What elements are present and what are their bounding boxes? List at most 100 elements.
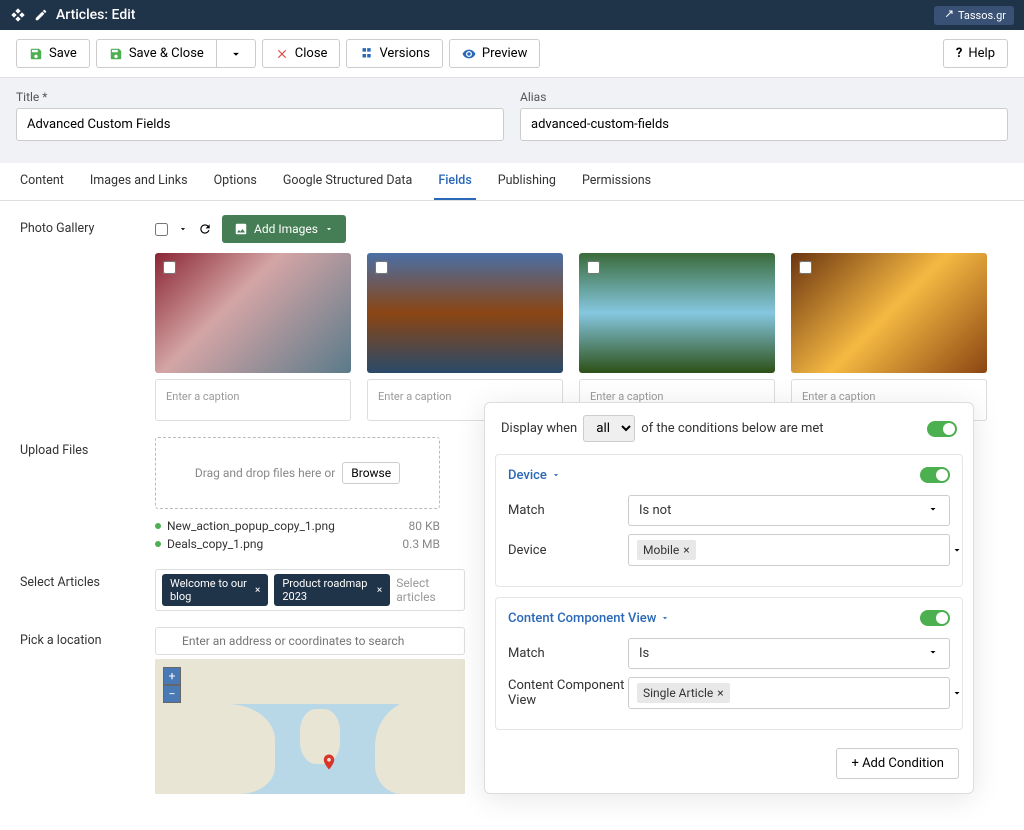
gallery-label: Photo Gallery — [20, 215, 155, 421]
gallery-image[interactable] — [579, 253, 775, 373]
chevron-down-icon[interactable] — [660, 613, 670, 623]
title-label: Title * — [16, 90, 504, 104]
status-dot-icon — [155, 541, 161, 547]
file-size: 80 KB — [409, 519, 440, 533]
condition-toggle[interactable] — [920, 467, 950, 483]
gallery-item: Enter a caption — [155, 253, 351, 421]
close-button[interactable]: Close — [262, 39, 341, 68]
image-checkbox[interactable] — [587, 261, 600, 274]
zoom-in-button[interactable]: + — [163, 667, 181, 685]
gallery-image[interactable] — [791, 253, 987, 373]
save-icon — [109, 47, 123, 61]
zoom-out-button[interactable]: − — [163, 685, 181, 703]
file-name: New_action_popup_copy_1.png — [167, 519, 335, 533]
content-view-chip: Single Article× — [637, 683, 730, 703]
versions-icon — [359, 47, 373, 61]
tab-fields[interactable]: Fields — [434, 163, 475, 200]
title-input[interactable] — [16, 108, 504, 141]
chip-remove-icon[interactable]: × — [683, 543, 689, 557]
save-dropdown-button[interactable] — [217, 39, 256, 68]
gallery-image[interactable] — [367, 253, 563, 373]
upload-label: Upload Files — [20, 437, 155, 553]
toolbar: Save Save & Close Close Versions Preview… — [0, 30, 1024, 78]
gallery-item: Enter a caption — [367, 253, 563, 421]
alias-input[interactable] — [520, 108, 1008, 141]
file-size: 0.3 MB — [402, 537, 440, 551]
chip-remove-icon[interactable]: × — [717, 686, 723, 700]
condition-title[interactable]: Device — [508, 468, 547, 483]
select-all-checkbox[interactable] — [155, 223, 168, 236]
topbar: Articles: Edit Tassos.gr — [0, 0, 1024, 30]
chevron-down-icon — [927, 503, 939, 515]
conditions-enabled-toggle[interactable] — [927, 421, 957, 437]
caption-input[interactable]: Enter a caption — [155, 379, 351, 421]
tab-publishing[interactable]: Publishing — [494, 163, 560, 200]
tag-remove-icon[interactable]: × — [377, 585, 382, 596]
articles-label: Select Articles — [20, 569, 155, 611]
add-condition-button[interactable]: + Add Condition — [836, 748, 959, 779]
chevron-down-icon — [951, 687, 963, 699]
tab-images-links[interactable]: Images and Links — [86, 163, 192, 200]
article-tag: Product roadmap 2023× — [274, 574, 390, 606]
alias-label: Alias — [520, 90, 1008, 104]
browse-button[interactable]: Browse — [342, 462, 400, 484]
gallery-image[interactable] — [155, 253, 351, 373]
form-area: Title * Alias — [0, 78, 1024, 153]
pencil-icon — [34, 8, 48, 22]
chevron-down-icon[interactable] — [178, 224, 188, 234]
page-title: Articles: Edit — [56, 7, 135, 23]
image-checkbox[interactable] — [163, 261, 176, 274]
location-label: Pick a location — [20, 627, 155, 794]
image-checkbox[interactable] — [375, 261, 388, 274]
help-button[interactable]: ? Help — [943, 39, 1008, 68]
close-icon — [275, 47, 289, 61]
device-select[interactable]: Mobile× — [628, 534, 950, 566]
articles-placeholder: Select articles — [396, 576, 458, 604]
chevron-down-icon[interactable] — [551, 470, 561, 480]
brand-badge[interactable]: Tassos.gr — [934, 6, 1014, 25]
content-view-label: Content Component View — [508, 678, 628, 708]
gallery-item: Enter a caption — [791, 253, 987, 421]
image-icon — [234, 222, 248, 236]
articles-select[interactable]: Welcome to our blog× Product roadmap 202… — [155, 569, 465, 611]
save-icon — [29, 47, 43, 61]
tab-options[interactable]: Options — [210, 163, 261, 200]
tag-remove-icon[interactable]: × — [255, 585, 260, 596]
tab-content[interactable]: Content — [16, 163, 68, 200]
versions-button[interactable]: Versions — [346, 39, 442, 68]
file-item: New_action_popup_copy_1.png 80 KB — [155, 517, 440, 535]
file-item: Deals_copy_1.png 0.3 MB — [155, 535, 440, 553]
match-select[interactable]: Is not — [628, 495, 950, 526]
save-button[interactable]: Save — [16, 39, 90, 68]
article-tag: Welcome to our blog× — [162, 574, 268, 606]
plus-icon: + — [851, 756, 858, 771]
tabs: Content Images and Links Options Google … — [0, 163, 1024, 201]
condition-toggle[interactable] — [920, 610, 950, 626]
device-label: Device — [508, 543, 628, 558]
preview-button[interactable]: Preview — [449, 39, 540, 68]
map[interactable]: + − — [155, 659, 465, 794]
condition-operator-select[interactable]: all — [583, 415, 635, 442]
image-checkbox[interactable] — [799, 261, 812, 274]
status-dot-icon — [155, 523, 161, 529]
external-link-icon — [942, 9, 954, 21]
map-search-input[interactable] — [155, 627, 465, 655]
condition-block-device: Device Match Is not Device Mobile× — [495, 454, 963, 587]
save-close-button[interactable]: Save & Close — [96, 39, 217, 68]
joomla-icon — [10, 7, 26, 23]
match-label: Match — [508, 646, 628, 661]
gallery-item: Enter a caption — [579, 253, 775, 421]
display-when-text: Display when — [501, 421, 577, 436]
refresh-icon[interactable] — [198, 222, 212, 236]
condition-title[interactable]: Content Component View — [508, 611, 656, 626]
match-label: Match — [508, 503, 628, 518]
add-images-button[interactable]: Add Images — [222, 215, 346, 243]
content-view-select[interactable]: Single Article× — [628, 677, 950, 709]
chevron-down-icon — [927, 646, 939, 658]
tab-permissions[interactable]: Permissions — [578, 163, 655, 200]
drop-zone[interactable]: Drag and drop files here or Browse — [155, 437, 440, 509]
match-select[interactable]: Is — [628, 638, 950, 669]
tab-structured-data[interactable]: Google Structured Data — [279, 163, 417, 200]
map-pin-icon[interactable] — [320, 750, 338, 774]
of-conditions-text: of the conditions below are met — [641, 421, 823, 436]
